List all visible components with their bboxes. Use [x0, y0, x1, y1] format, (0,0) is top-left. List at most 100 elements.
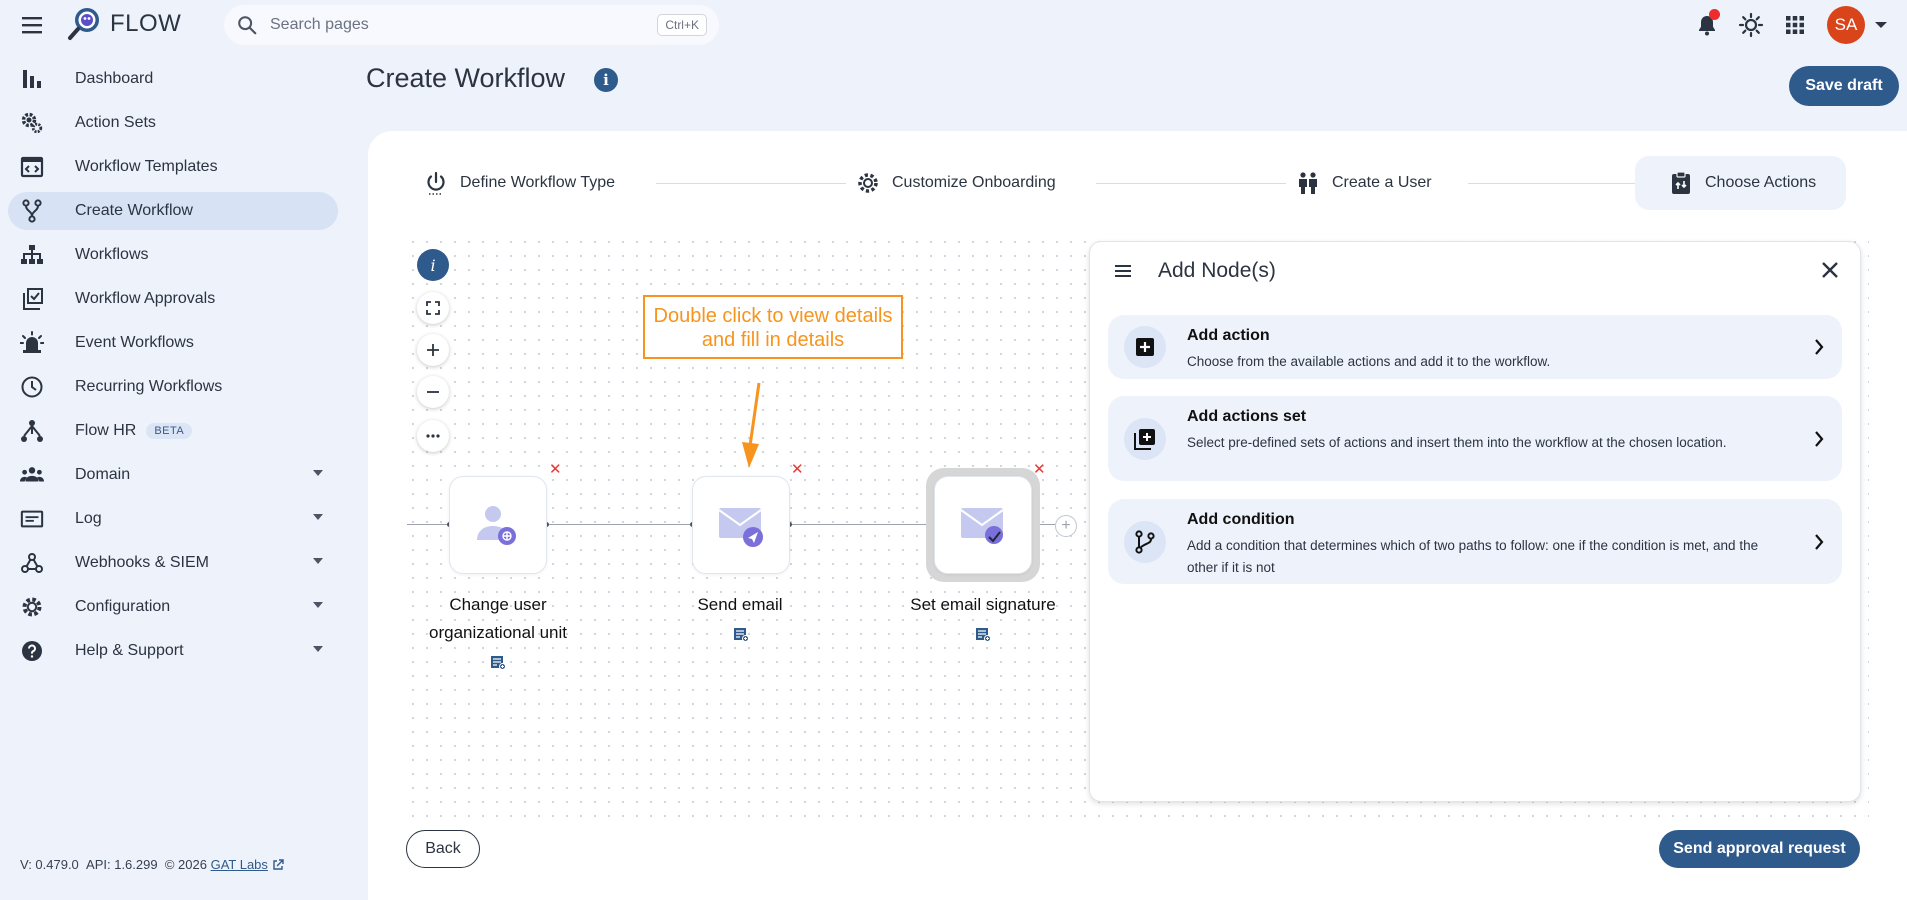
- zoom-in-button[interactable]: [417, 334, 449, 366]
- apps-button[interactable]: [1773, 6, 1817, 44]
- add-actions-set-option[interactable]: Add actions set Select pre-defined sets …: [1108, 396, 1842, 481]
- notification-dot: [1709, 9, 1720, 20]
- sun-icon: [1738, 12, 1764, 38]
- save-draft-button[interactable]: Save draft: [1789, 66, 1899, 106]
- step-customize-onboarding[interactable]: Customize Onboarding: [856, 156, 1056, 210]
- send-email-icon: [718, 508, 763, 547]
- canvas-info-button[interactable]: i: [417, 249, 449, 281]
- sidebar-item-help-support[interactable]: Help & Support: [8, 632, 338, 670]
- close-panel-button[interactable]: [1820, 260, 1840, 280]
- api-version: API: 1.6.299: [86, 857, 158, 872]
- close-icon: [1822, 262, 1838, 278]
- sidebar-item-workflow-approvals[interactable]: Workflow Approvals: [8, 280, 338, 318]
- power-icon: [424, 171, 448, 195]
- search-input[interactable]: [270, 16, 658, 34]
- add-box-icon: [1124, 326, 1166, 368]
- option-description: Select pre-defined sets of actions and i…: [1187, 435, 1727, 450]
- panel-title: Add Node(s): [1158, 259, 1276, 282]
- delete-node-icon[interactable]: ✕: [549, 460, 562, 478]
- plus-icon: [427, 344, 439, 356]
- option-description: Choose from the available actions and ad…: [1187, 354, 1551, 369]
- gear-icon: [20, 595, 44, 619]
- option-title: Add actions set: [1187, 408, 1307, 425]
- chevron-right-icon: [1814, 338, 1824, 356]
- people-icon: [20, 463, 44, 487]
- delete-node-icon[interactable]: ✕: [1033, 460, 1046, 478]
- sidebar-item-workflows[interactable]: Workflows: [8, 236, 338, 274]
- chevron-right-icon: [1814, 533, 1824, 551]
- chevron-down-icon: [312, 601, 324, 609]
- sidebar-item-configuration[interactable]: Configuration: [8, 588, 338, 626]
- menu-icon[interactable]: [20, 14, 44, 36]
- step-label: Choose Actions: [1705, 174, 1817, 191]
- send-approval-request-button[interactable]: Send approval request: [1659, 830, 1860, 868]
- add-node-panel: Add Node(s) Add action Choose from the a…: [1089, 241, 1861, 802]
- step-define-workflow-type[interactable]: Define Workflow Type: [424, 156, 615, 210]
- note-add-icon[interactable]: [490, 654, 506, 670]
- step-connector: [656, 183, 846, 184]
- add-node-handle[interactable]: +: [1055, 515, 1077, 537]
- account-menu-button[interactable]: [1869, 13, 1893, 37]
- sidebar-item-log[interactable]: Log: [8, 500, 338, 538]
- node-change-user-ou[interactable]: [449, 476, 547, 574]
- copyright: © 2026: [164, 857, 207, 872]
- search-icon: [238, 16, 257, 35]
- sidebar-item-label: Webhooks & SIEM: [75, 554, 209, 571]
- library-add-icon: [1124, 417, 1166, 460]
- gear-icon: [856, 171, 880, 195]
- theme-toggle-button[interactable]: [1729, 6, 1773, 44]
- app-logo[interactable]: FLOW: [66, 5, 181, 43]
- node-label: Set email signature: [910, 595, 1056, 614]
- sidebar-item-recurring-workflows[interactable]: Recurring Workflows: [8, 368, 338, 406]
- approval-check-icon: [20, 287, 44, 311]
- add-condition-option[interactable]: Add condition Add a condition that deter…: [1108, 499, 1842, 584]
- info-icon[interactable]: i: [594, 68, 618, 92]
- chevron-right-icon: [1814, 430, 1824, 448]
- step-create-a-user[interactable]: Create a User: [1296, 156, 1432, 210]
- node-label: Change user organizational unit: [429, 595, 567, 642]
- sidebar-item-label: Configuration: [75, 598, 171, 615]
- step-choose-actions[interactable]: Choose Actions: [1635, 156, 1847, 210]
- sidebar-item-domain[interactable]: Domain: [8, 456, 338, 494]
- log-icon: [20, 507, 44, 531]
- back-button[interactable]: Back: [406, 830, 480, 868]
- search-bar[interactable]: Ctrl+K: [224, 5, 719, 45]
- avatar[interactable]: SA: [1827, 6, 1865, 44]
- note-add-icon[interactable]: [733, 626, 749, 642]
- sidebar-item-label: Flow HR: [75, 422, 137, 439]
- sidebar-item-webhooks-siem[interactable]: Webhooks & SIEM: [8, 544, 338, 582]
- edge: [789, 524, 934, 525]
- app-version: V: 0.479.0: [20, 857, 79, 872]
- step-label: Customize Onboarding: [892, 174, 1056, 191]
- sidebar-item-dashboard[interactable]: Dashboard: [8, 60, 338, 98]
- node-set-email-signature[interactable]: [934, 476, 1032, 574]
- stepper: Define Workflow Type Customize Onboardin…: [368, 156, 1907, 210]
- top-right-actions: SA: [1685, 6, 1893, 44]
- external-link-icon: [272, 859, 284, 871]
- email-signature-icon: [960, 508, 1004, 544]
- sidebar-item-flow-hr[interactable]: Flow HR BETA: [8, 412, 338, 450]
- caret-down-icon: [1875, 22, 1887, 28]
- sidebar-item-label: Create Workflow: [75, 202, 193, 219]
- gat-labs-link[interactable]: GAT Labs: [211, 857, 268, 872]
- zoom-out-button[interactable]: [417, 376, 449, 408]
- more-options-button[interactable]: [417, 420, 449, 452]
- add-action-option[interactable]: Add action Choose from the available act…: [1108, 315, 1842, 379]
- sidebar-item-label: Workflow Approvals: [75, 290, 216, 307]
- node-label: Send email: [697, 595, 783, 614]
- step-label: Create a User: [1332, 174, 1432, 191]
- note-add-icon[interactable]: [975, 626, 991, 642]
- delete-node-icon[interactable]: ✕: [791, 460, 804, 478]
- menu-icon[interactable]: [1114, 264, 1132, 278]
- sidebar-item-create-workflow[interactable]: Create Workflow: [8, 192, 338, 230]
- step-connector: [1096, 183, 1286, 184]
- node-send-email[interactable]: [692, 476, 790, 574]
- flow-logo-icon: [68, 8, 99, 40]
- sidebar-item-workflow-templates[interactable]: Workflow Templates: [8, 148, 338, 186]
- sidebar-item-action-sets[interactable]: Action Sets: [8, 104, 338, 142]
- fit-view-button[interactable]: [417, 292, 449, 324]
- sidebar-item-label: Event Workflows: [75, 334, 194, 351]
- sidebar-item-event-workflows[interactable]: Event Workflows: [8, 324, 338, 362]
- notifications-button[interactable]: [1685, 6, 1729, 44]
- chevron-down-icon: [312, 645, 324, 653]
